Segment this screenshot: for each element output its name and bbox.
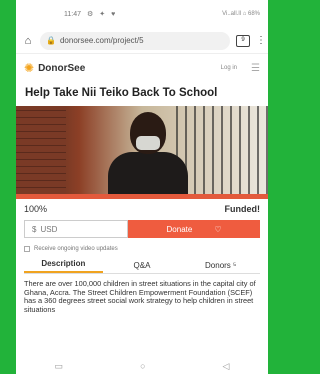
funded-label: Funded!	[224, 204, 261, 214]
heart-icon: ♡	[214, 224, 222, 234]
person-body	[108, 152, 188, 194]
url-text: donorsee.com/project/5	[59, 36, 144, 45]
tabs-count-button[interactable]: 9	[236, 34, 250, 47]
updates-checkbox[interactable]	[24, 246, 30, 252]
status-left: 11:47 ⚙ ✦ ♥	[64, 10, 116, 19]
project-tabs: Description Q&A Donors ⁵	[24, 258, 260, 274]
donate-button[interactable]: Donate ♡	[128, 220, 260, 238]
currency-symbol: $	[32, 224, 37, 234]
home-icon[interactable]: ⌂	[22, 35, 34, 47]
lock-icon: 🔒	[46, 36, 56, 45]
face-mask	[136, 136, 160, 150]
logo-icon: ✺	[24, 61, 35, 75]
android-nav-bar: ▭ ○ ◁	[16, 358, 268, 374]
tab-description[interactable]: Description	[24, 259, 103, 273]
project-video[interactable]	[16, 106, 268, 194]
site-logo[interactable]: DonorSee	[38, 63, 85, 74]
site-header: ✺ DonorSee Log in ☰	[16, 54, 268, 82]
status-time: 11:47	[64, 10, 81, 18]
status-bar: 11:47 ⚙ ✦ ♥ Vi..all.ll ⌂ 68%	[16, 0, 268, 28]
progress-percent: 100%	[24, 204, 48, 214]
video-updates-option[interactable]: Receive ongoing video updates	[24, 246, 260, 252]
kebab-icon[interactable]: ⋮	[256, 35, 266, 46]
home-circle-icon[interactable]: ○	[140, 361, 145, 371]
project-description: There are over 100,000 children in stree…	[24, 280, 256, 314]
status-right: Vi..all.ll ⌂ 68%	[222, 11, 260, 17]
donation-form: $ USD Donate ♡	[24, 220, 260, 238]
funding-status: 100% Funded!	[16, 199, 268, 218]
recent-apps-icon[interactable]: ▭	[55, 361, 64, 372]
signal-battery-text: Vi..all.ll ⌂ 68%	[222, 11, 260, 17]
browser-toolbar: ⌂ 🔒 donorsee.com/project/5 9 ⋮	[16, 28, 268, 54]
phone-screen: 11:47 ⚙ ✦ ♥ Vi..all.ll ⌂ 68% ⌂ 🔒 donorse…	[16, 0, 268, 374]
login-link[interactable]: Log in	[221, 65, 237, 71]
back-icon[interactable]: ◁	[223, 361, 230, 372]
updates-label: Receive ongoing video updates	[34, 246, 118, 252]
wifi-icon: ♥	[111, 10, 116, 18]
tab-qa[interactable]: Q&A	[103, 261, 182, 273]
tab-donors[interactable]: Donors ⁵	[181, 261, 260, 273]
project-title: Help Take Nii Teiko Back To School	[25, 87, 218, 99]
gate-image	[176, 106, 268, 194]
wall-image	[16, 106, 66, 194]
donate-label: Donate	[166, 224, 193, 234]
bluetooth-icon: ✦	[99, 11, 106, 18]
amount-input[interactable]: $ USD	[24, 220, 128, 238]
currency-placeholder: USD	[40, 224, 58, 234]
settings-icon: ⚙	[87, 11, 94, 18]
url-bar[interactable]: 🔒 donorsee.com/project/5	[40, 31, 230, 50]
hamburger-icon[interactable]: ☰	[251, 63, 260, 74]
